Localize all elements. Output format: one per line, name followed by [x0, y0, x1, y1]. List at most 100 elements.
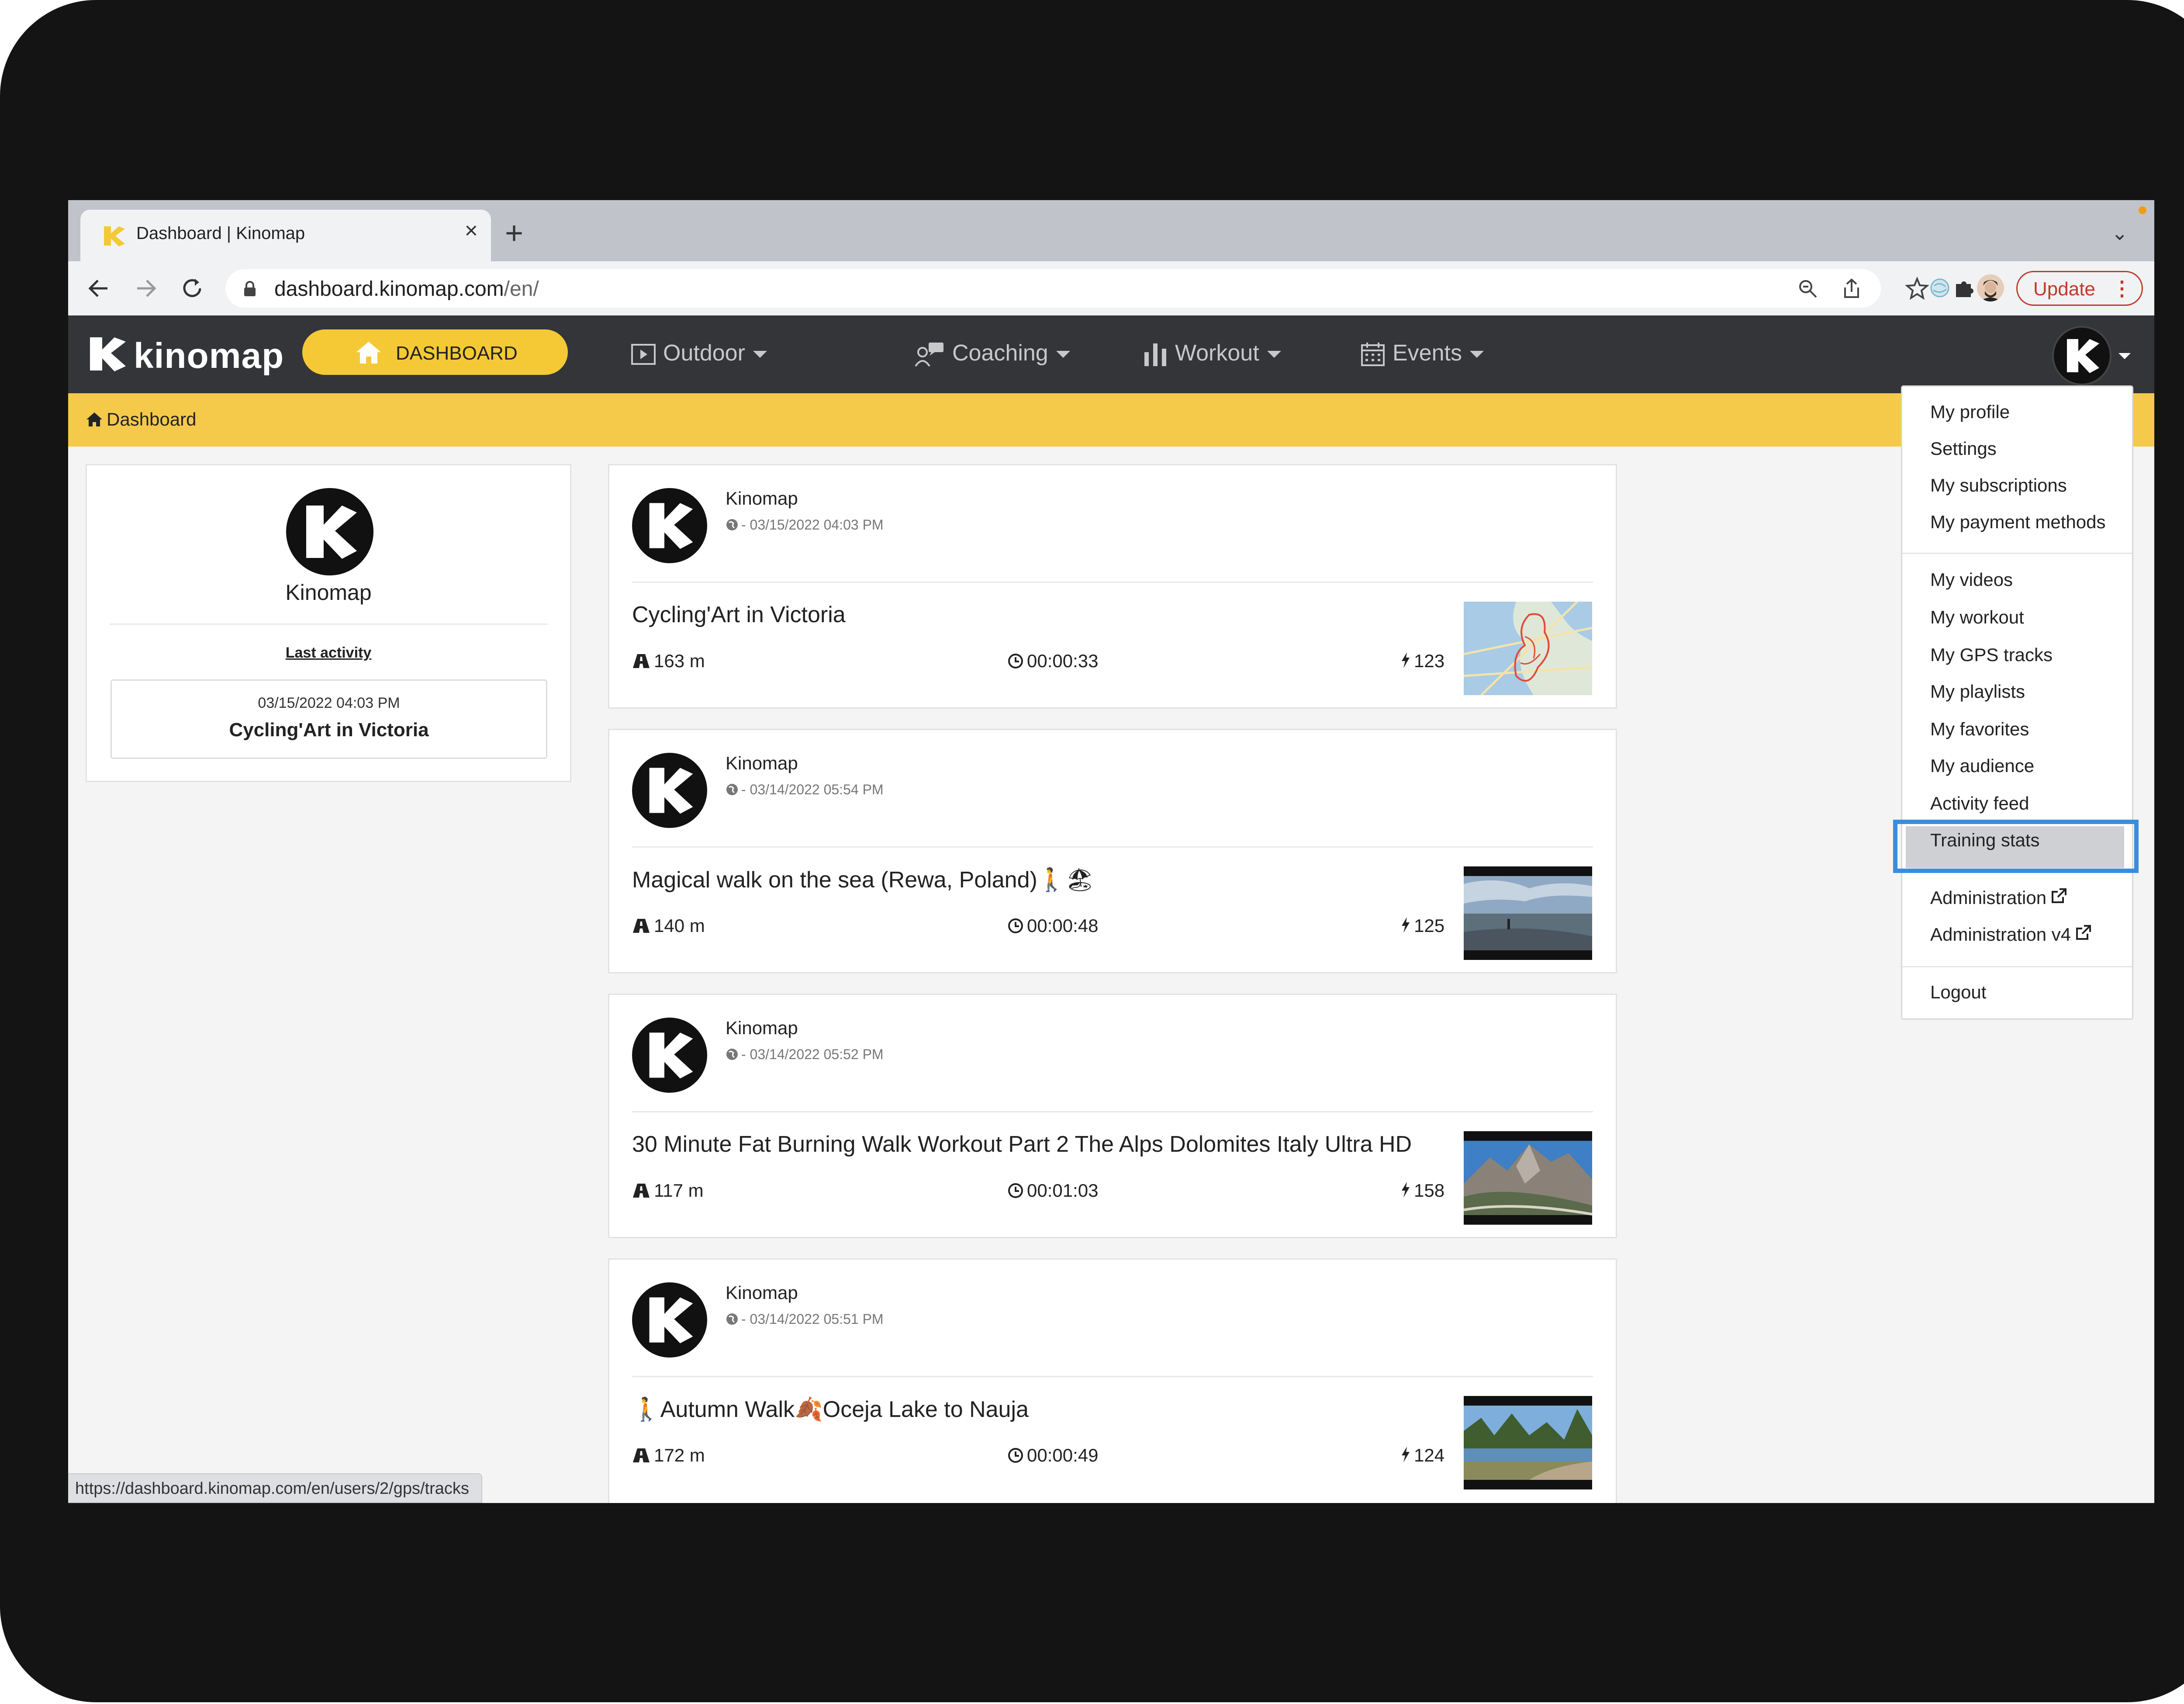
author-avatar[interactable]	[632, 753, 707, 828]
dashboard-button[interactable]: DASHBOARD	[302, 329, 568, 375]
more-menu-icon[interactable]: ⋮	[2112, 277, 2132, 300]
nav-coaching[interactable]: Coaching	[914, 340, 1070, 367]
chevron-down-icon	[1469, 351, 1484, 358]
menu-item-activity-feed[interactable]: Activity feed	[1930, 793, 2029, 814]
menu-item-my-videos[interactable]: My videos	[1930, 569, 2013, 590]
address-bar[interactable]: dashboard.kinomap.com/en/	[225, 269, 1881, 308]
menu-item-my-profile[interactable]: My profile	[1930, 402, 2010, 423]
reload-icon[interactable]	[179, 275, 205, 301]
power-stat: 125	[1401, 915, 1444, 936]
power-stat: 123	[1401, 651, 1444, 672]
distance-stat: 163 m	[632, 651, 705, 672]
external-link-icon	[2052, 888, 2067, 903]
author-avatar[interactable]	[632, 488, 707, 563]
calendar-icon	[1361, 343, 1385, 367]
share-icon[interactable]	[1842, 278, 1862, 300]
activity-thumbnail[interactable]	[1464, 1131, 1592, 1225]
lake-thumbnail-image	[1464, 1396, 1592, 1489]
menu-item-my-payment-methods[interactable]: My payment methods	[1930, 512, 2106, 533]
menu-item-my-subscriptions[interactable]: My subscriptions	[1930, 475, 2067, 496]
profile-name: Kinomap	[285, 580, 372, 605]
tab-close-icon[interactable]: ×	[465, 219, 478, 242]
tab-dashboard[interactable]: Dashboard | Kinomap ×	[80, 210, 491, 261]
breadcrumb-dashboard[interactable]: Dashboard	[86, 409, 196, 430]
feed-card[interactable]: Kinomap - 03/14/2022 05:54 PM Magical wa…	[608, 729, 1617, 973]
nav-workout[interactable]: Workout	[1143, 340, 1281, 367]
bookmark-star-icon[interactable]	[1905, 277, 1929, 300]
feed-card[interactable]: Kinomap - 03/14/2022 05:52 PM 30 Minute …	[608, 994, 1617, 1238]
bolt-icon	[1402, 1447, 1410, 1462]
tab-search-chevron-icon[interactable]: ⌄	[2111, 221, 2128, 245]
distance-stat: 117 m	[632, 1180, 704, 1201]
menu-separator	[1902, 966, 2132, 967]
activity-thumbnail[interactable]	[1464, 866, 1592, 960]
lock-icon[interactable]	[243, 281, 257, 297]
divider	[110, 623, 547, 625]
last-activity-box[interactable]: 03/15/2022 04:03 PM Cycling'Art in Victo…	[111, 679, 547, 759]
menu-item-settings[interactable]: Settings	[1930, 438, 1997, 459]
browser-window: Dashboard | Kinomap × + ⌄ dashboard.kino…	[68, 200, 2154, 1503]
tab-title: Dashboard | Kinomap	[136, 224, 305, 243]
menu-item-my-workout[interactable]: My workout	[1930, 607, 2024, 628]
device-frame: Dashboard | Kinomap × + ⌄ dashboard.kino…	[0, 0, 2184, 1702]
post-date: - 03/14/2022 05:52 PM	[726, 1046, 884, 1063]
chevron-down-icon	[753, 351, 767, 358]
user-menu-avatar[interactable]	[2052, 326, 2111, 385]
activity-title[interactable]: Cycling'Art in Victoria	[632, 602, 846, 628]
last-activity-link[interactable]: Last activity	[87, 644, 570, 662]
author-name[interactable]: Kinomap	[726, 753, 798, 774]
power-stat: 158	[1401, 1180, 1444, 1201]
clock-icon	[1008, 1448, 1023, 1463]
back-icon[interactable]	[86, 276, 111, 301]
update-button[interactable]: Update ⋮	[2016, 271, 2143, 306]
menu-item-administration-v4[interactable]: Administration v4	[1930, 924, 2092, 945]
feed-card[interactable]: Kinomap - 03/15/2022 04:03 PM Cycling'Ar…	[608, 464, 1617, 709]
author-name[interactable]: Kinomap	[726, 1018, 798, 1039]
activity-thumbnail[interactable]	[1464, 602, 1592, 695]
extension-globe-icon[interactable]	[1927, 275, 1952, 301]
play-square-icon	[631, 344, 656, 365]
user-face-icon	[1977, 274, 2004, 301]
new-tab-icon[interactable]: +	[505, 218, 523, 249]
author-name[interactable]: Kinomap	[726, 1282, 798, 1303]
tab-strip: Dashboard | Kinomap × + ⌄	[68, 200, 2154, 261]
globe-icon	[726, 519, 738, 530]
author-avatar[interactable]	[632, 1018, 707, 1093]
activity-title[interactable]: 🚶Autumn Walk🍂Oceja Lake to Nauja	[632, 1396, 1029, 1423]
feed-card[interactable]: Kinomap - 03/14/2022 05:51 PM 🚶Autumn Wa…	[608, 1258, 1617, 1503]
url-text[interactable]: dashboard.kinomap.com/en/	[274, 277, 539, 301]
activity-title[interactable]: 30 Minute Fat Burning Walk Workout Part …	[632, 1131, 1412, 1157]
forward-icon[interactable]	[134, 276, 158, 301]
divider	[632, 582, 1593, 583]
coach-icon	[915, 343, 943, 367]
zoom-icon[interactable]	[1797, 278, 1819, 300]
kinomap-logo-icon	[2067, 339, 2099, 373]
chevron-down-icon[interactable]	[2118, 353, 2131, 359]
duration-stat: 00:00:49	[1008, 1445, 1099, 1466]
menu-item-my-gps-tracks[interactable]: My GPS tracks	[1930, 644, 2053, 665]
breadcrumb: Dashboard	[68, 393, 2154, 447]
clock-icon	[1008, 654, 1023, 668]
activity-title[interactable]: Magical walk on the sea (Rewa, Poland)🚶🏖	[632, 866, 1095, 893]
menu-item-logout[interactable]: Logout	[1930, 982, 1986, 1003]
activity-thumbnail[interactable]	[1464, 1396, 1592, 1489]
menu-item-my-audience[interactable]: My audience	[1930, 755, 2034, 776]
menu-item-my-favorites[interactable]: My favorites	[1930, 719, 2029, 740]
bar-chart-icon	[1144, 343, 1166, 367]
puzzle-extension-icon[interactable]	[1953, 277, 1976, 300]
profile-card: Kinomap Last activity 03/15/2022 04:03 P…	[86, 464, 571, 782]
author-name[interactable]: Kinomap	[726, 488, 798, 509]
menu-item-my-playlists[interactable]: My playlists	[1930, 681, 2025, 702]
brand-logo[interactable]: kinomap	[87, 333, 283, 377]
kinomap-logo-icon	[649, 503, 693, 549]
last-activity-date: 03/15/2022 04:03 PM	[258, 695, 400, 711]
highlight-box	[1893, 820, 2139, 873]
menu-item-administration[interactable]: Administration	[1930, 887, 2067, 908]
bolt-icon	[1402, 652, 1410, 668]
nav-outdoor[interactable]: Outdoor	[631, 340, 767, 366]
globe-icon	[726, 1049, 738, 1060]
profile-avatar[interactable]	[286, 488, 373, 575]
nav-events[interactable]: Events	[1360, 340, 1484, 367]
author-avatar[interactable]	[632, 1282, 707, 1358]
profile-avatar[interactable]	[1977, 274, 2004, 301]
